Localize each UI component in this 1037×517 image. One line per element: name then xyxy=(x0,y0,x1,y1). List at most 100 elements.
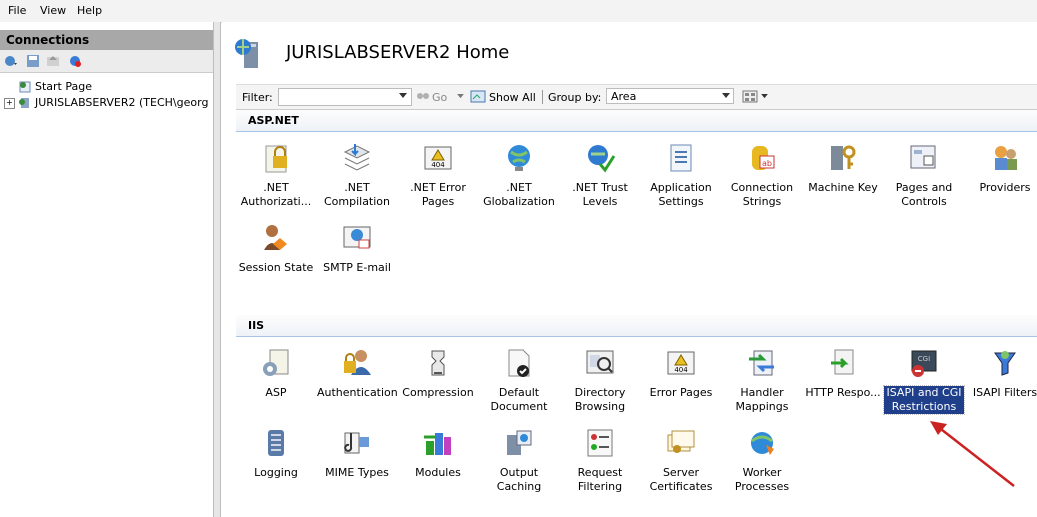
feature-tile-isapi-filters[interactable]: ISAPI Filters xyxy=(965,347,1037,400)
feature-label: Machine Key xyxy=(808,181,878,194)
http-icon xyxy=(831,349,854,375)
feature-label: .NET Authorizati... xyxy=(240,181,312,208)
feature-label: .NET Error Pages xyxy=(410,181,466,208)
feature-tile-session-state[interactable]: Session State xyxy=(236,222,316,275)
feature-tile-worker-processes[interactable]: Worker Processes xyxy=(722,427,802,494)
group-by-select[interactable]: Area xyxy=(606,88,734,104)
isapi-icon: CGI xyxy=(911,350,937,377)
feature-tile-mime-types[interactable]: MIME Types xyxy=(317,427,397,480)
mime-icon xyxy=(344,432,369,454)
worker-icon xyxy=(751,432,774,455)
feature-label: ASP xyxy=(265,386,287,399)
feature-tile-isapi-and-cgi-restrictions[interactable]: CGI ISAPI and CGI Restrictions xyxy=(883,347,965,415)
feature-label: Compression xyxy=(402,386,474,399)
disconnect-icon[interactable] xyxy=(68,54,82,68)
feature-tile-application-settings[interactable]: Application Settings xyxy=(641,142,721,209)
go-button[interactable]: Go xyxy=(432,91,447,104)
feature-tile-output-caching[interactable]: Output Caching xyxy=(479,427,559,494)
pane-splitter[interactable] xyxy=(213,22,221,517)
filter-label: Filter: xyxy=(242,91,273,104)
view-dropdown-icon[interactable] xyxy=(761,94,768,99)
feature-tile-pages-and-controls[interactable]: Pages and Controls xyxy=(884,142,964,209)
menu-view[interactable]: View xyxy=(40,4,66,17)
feature-tile-logging[interactable]: Logging xyxy=(236,427,316,480)
doc-icon xyxy=(508,349,530,377)
feature-label: MIME Types xyxy=(325,466,389,479)
feature-tile-server-certificates[interactable]: Server Certificates xyxy=(641,427,721,494)
feature-tile-http-respo[interactable]: HTTP Respo... xyxy=(803,347,883,400)
feature-label: Worker Processes xyxy=(734,466,790,493)
feature-tile-providers[interactable]: Providers xyxy=(965,142,1037,195)
feature-tile-request-filtering[interactable]: Request Filtering xyxy=(560,427,640,494)
group-by-label: Group by: xyxy=(548,91,602,104)
tree-item-server[interactable]: + JURISLABSERVER2 (TECH\georg xyxy=(4,95,208,111)
save-icon[interactable] xyxy=(26,54,40,68)
feature-label: Request Filtering xyxy=(577,466,623,493)
feature-tile-asp[interactable]: ASP xyxy=(236,347,316,400)
log-icon xyxy=(268,430,284,456)
feature-tile-default-document[interactable]: Default Document xyxy=(479,347,559,414)
auth-icon xyxy=(344,350,371,375)
feature-label: Authentication xyxy=(317,386,398,399)
feature-tile-authentication[interactable]: Authentication xyxy=(317,347,398,400)
feature-tile-error-pages[interactable]: 404 Error Pages xyxy=(641,347,721,400)
connections-toolbar xyxy=(0,50,213,73)
feature-tile-net-error-pages[interactable]: 404 .NET Error Pages xyxy=(398,142,478,209)
feature-label: SMTP E-mail xyxy=(323,261,391,274)
svg-text:404: 404 xyxy=(674,366,688,374)
asp-icon xyxy=(263,349,289,376)
up-icon[interactable] xyxy=(46,54,60,68)
feature-label: .NET Trust Levels xyxy=(572,181,628,208)
expand-icon[interactable]: + xyxy=(4,97,15,109)
menu-help[interactable]: Help xyxy=(77,4,102,17)
feature-label: Providers xyxy=(979,181,1031,194)
feature-tile-directory-browsing[interactable]: Directory Browsing xyxy=(560,347,640,414)
feature-tile-machine-key[interactable]: Machine Key xyxy=(803,142,883,195)
feature-tile-compression[interactable]: Compression xyxy=(398,347,478,400)
providers-icon xyxy=(995,146,1017,170)
main-pane: JURISLABSERVER2 Home Filter: Go Show All… xyxy=(222,22,1037,517)
feature-tile-modules[interactable]: Modules xyxy=(398,427,478,480)
feature-label: Application Settings xyxy=(650,181,712,208)
filter-bar: Filter: Go Show All Group by: Area xyxy=(236,84,1037,110)
conn-icon: ab xyxy=(752,146,775,170)
feature-tile-handler-mappings[interactable]: Handler Mappings xyxy=(722,347,802,414)
feature-label: Modules xyxy=(415,466,461,479)
feature-tile-net-compilation[interactable]: .NET Compilation xyxy=(317,142,397,209)
go-dropdown-icon[interactable] xyxy=(457,94,464,99)
pages-icon xyxy=(910,145,936,169)
certs-icon xyxy=(667,430,695,453)
start-page-icon xyxy=(19,81,31,93)
menu-file[interactable]: File xyxy=(8,4,26,17)
show-all-button[interactable]: Show All xyxy=(489,91,536,104)
feature-tile-net-trust-levels[interactable]: .NET Trust Levels xyxy=(560,142,640,209)
toolbar-separator xyxy=(542,90,543,104)
view-icon[interactable] xyxy=(742,90,758,103)
connect-icon[interactable] xyxy=(4,54,18,68)
feature-label: Default Document xyxy=(490,386,548,413)
session-icon xyxy=(264,225,287,250)
svg-text:404: 404 xyxy=(431,161,445,169)
feature-label: Directory Browsing xyxy=(574,386,626,413)
filter-dropdown-icon[interactable] xyxy=(399,93,407,99)
stack-icon xyxy=(343,144,371,171)
feature-tile-net-globalization[interactable]: .NET Globalization xyxy=(479,142,559,209)
mail-icon xyxy=(343,226,371,249)
request-icon xyxy=(587,429,613,457)
svg-text:CGI: CGI xyxy=(918,355,930,363)
group-dropdown-icon[interactable] xyxy=(722,93,730,99)
go-icon xyxy=(417,93,429,99)
show-all-icon xyxy=(470,90,486,103)
feature-tile-net-authorizati[interactable]: .NET Authorizati... xyxy=(236,142,316,209)
err404-icon: 404 xyxy=(424,146,452,170)
feature-label: Logging xyxy=(254,466,298,479)
browse-icon xyxy=(586,350,614,374)
svg-text:ab: ab xyxy=(762,159,772,168)
modules-icon xyxy=(424,433,451,455)
feature-tile-smtp-e-mail[interactable]: SMTP E-mail xyxy=(317,222,397,275)
feature-tile-connection-strings[interactable]: ab Connection Strings xyxy=(722,142,802,209)
filter-input[interactable] xyxy=(278,88,412,106)
feature-label: ISAPI and CGI Restrictions xyxy=(883,385,965,415)
feature-label: ISAPI Filters xyxy=(972,386,1037,399)
tree-item-start-page[interactable]: Start Page xyxy=(18,79,92,95)
